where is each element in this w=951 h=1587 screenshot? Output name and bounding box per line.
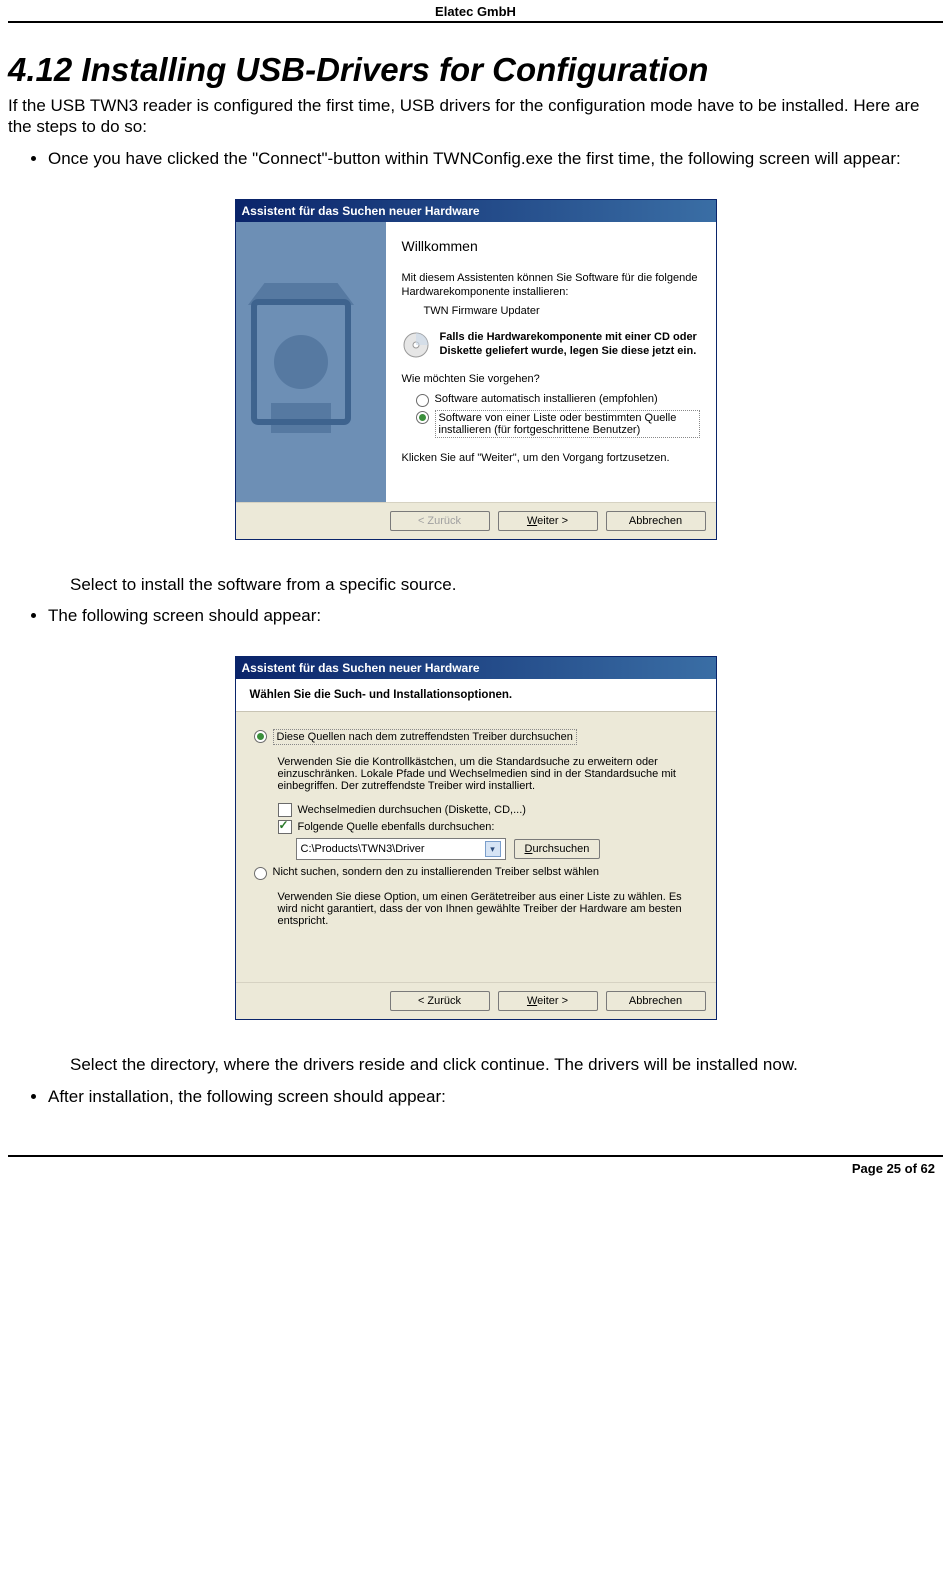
wizard2-banner: Wählen Sie die Such- und Installationsop… bbox=[250, 689, 702, 701]
wizard2-chk-source[interactable]: Folgende Quelle ebenfalls durchsuchen: bbox=[278, 820, 698, 834]
bullet-1: Once you have clicked the "Connect"-butt… bbox=[48, 148, 943, 169]
wizard1-cancel-button[interactable]: Abbrechen bbox=[606, 511, 706, 531]
intro-paragraph: If the USB TWN3 reader is configured the… bbox=[8, 95, 943, 138]
wizard2-nosearch-desc: Verwenden Sie diese Option, um einen Ger… bbox=[278, 891, 698, 927]
wizard2-back-button[interactable]: < Zurück bbox=[390, 991, 490, 1011]
checkbox-icon bbox=[278, 803, 292, 817]
wizard1-radio-source[interactable]: Software von einer Liste oder bestimmten… bbox=[416, 410, 700, 438]
wizard2-chk1-label: Wechselmedien durchsuchen (Diskette, CD,… bbox=[298, 804, 526, 816]
wizard1-window: Assistent für das Suchen neuer Hardware bbox=[235, 199, 717, 540]
section-title: 4.12 Installing USB-Drivers for Configur… bbox=[8, 51, 943, 89]
wizard2-path-value: C:\Products\TWN3\Driver bbox=[301, 843, 425, 855]
wizard2-titlebar: Assistent für das Suchen neuer Hardware bbox=[236, 657, 716, 679]
wizard1-next-button[interactable]: Weiter > bbox=[498, 511, 598, 531]
wizard2-radio-nosearch[interactable]: Nicht suchen, sondern den zu installiere… bbox=[254, 866, 698, 880]
page-header: Elatec GmbH bbox=[8, 0, 943, 23]
wizard2-cancel-button[interactable]: Abbrechen bbox=[606, 991, 706, 1011]
radio-icon bbox=[254, 867, 267, 880]
wizard2-chk-removable[interactable]: Wechselmedien durchsuchen (Diskette, CD,… bbox=[278, 803, 698, 817]
wizard1-opt1-label: Software automatisch installieren (empfo… bbox=[435, 393, 658, 405]
wizard1-device: TWN Firmware Updater bbox=[424, 305, 700, 317]
wizard1-question: Wie möchten Sie vorgehen? bbox=[402, 373, 700, 387]
bullet-3: After installation, the following screen… bbox=[48, 1086, 943, 1107]
wizard1-sidebar-image bbox=[236, 222, 386, 502]
wizard1-cd-text: Falls die Hardwarekomponente mit einer C… bbox=[440, 331, 700, 359]
cd-icon bbox=[402, 331, 430, 359]
wizard2-opt-search-label: Diese Quellen nach dem zutreffendsten Tr… bbox=[273, 729, 577, 745]
radio-icon bbox=[416, 394, 429, 407]
wizard2-chk2-label: Folgende Quelle ebenfalls durchsuchen: bbox=[298, 821, 495, 833]
bullet-2: The following screen should appear: bbox=[48, 605, 943, 626]
wizard2-search-desc: Verwenden Sie die Kontrollkästchen, um d… bbox=[278, 756, 698, 792]
checkbox-checked-icon bbox=[278, 820, 292, 834]
wizard1-opt2-label: Software von einer Liste oder bestimmten… bbox=[435, 410, 700, 438]
wizard1-continue-text: Klicken Sie auf "Weiter", um den Vorgang… bbox=[402, 452, 700, 466]
radio-icon-selected bbox=[254, 730, 267, 743]
wizard2-window: Assistent für das Suchen neuer Hardware … bbox=[235, 656, 717, 1020]
wizard2-browse-button[interactable]: Durchsuchen bbox=[514, 839, 601, 859]
after-wizard2-text: Select the directory, where the drivers … bbox=[70, 1054, 943, 1075]
dropdown-icon[interactable]: ▾ bbox=[485, 841, 501, 857]
radio-icon-selected bbox=[416, 411, 429, 424]
wizard2-radio-search[interactable]: Diese Quellen nach dem zutreffendsten Tr… bbox=[254, 729, 698, 745]
wizard2-path-input[interactable]: C:\Products\TWN3\Driver ▾ bbox=[296, 838, 506, 860]
wizard2-next-button[interactable]: Weiter > bbox=[498, 991, 598, 1011]
after-wizard1-text: Select to install the software from a sp… bbox=[70, 574, 943, 595]
wizard1-p1: Mit diesem Assistenten können Sie Softwa… bbox=[402, 272, 700, 300]
wizard1-back-button: < Zurück bbox=[390, 511, 490, 531]
wizard2-opt-nosearch-label: Nicht suchen, sondern den zu installiere… bbox=[273, 866, 600, 878]
page-footer: Page 25 of 62 bbox=[8, 1155, 943, 1176]
wizard1-titlebar: Assistent für das Suchen neuer Hardware bbox=[236, 200, 716, 222]
wizard1-radio-auto[interactable]: Software automatisch installieren (empfo… bbox=[416, 393, 700, 407]
wizard1-welcome: Willkommen bbox=[402, 238, 700, 254]
